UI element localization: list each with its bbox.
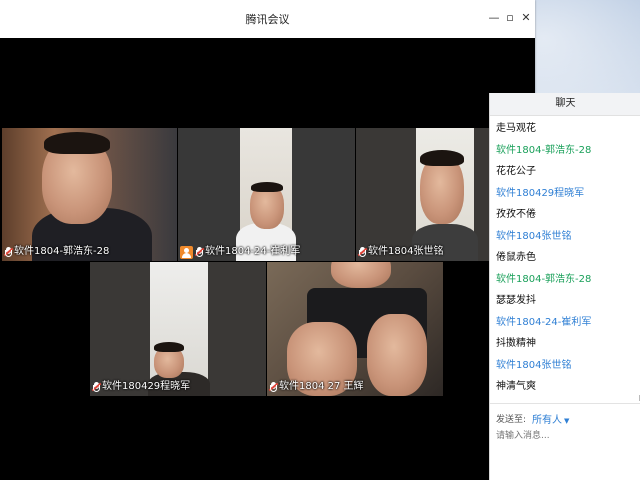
chat-footer: 发送至: 所有人 ▼ bbox=[490, 403, 640, 480]
mic-muted-icon bbox=[357, 246, 368, 258]
participant-name: 软件1804张世铭 bbox=[368, 246, 444, 257]
participant-hands bbox=[367, 314, 427, 396]
chevron-down-icon: ▼ bbox=[564, 417, 570, 425]
participant-name-tag: 软件1804-郭浩东-28 bbox=[3, 245, 110, 259]
video-tile[interactable]: 软件1804 27 王辉 bbox=[267, 262, 443, 396]
title-bar: 腾讯会议 — ▫ ✕ bbox=[0, 0, 535, 39]
chat-message-text: 花花公子 bbox=[496, 166, 536, 177]
close-button[interactable]: ✕ bbox=[518, 10, 534, 26]
send-target-dropdown[interactable]: 所有人 ▼ bbox=[532, 411, 569, 426]
chat-message-text: 神清气爽 bbox=[496, 381, 536, 392]
participant-name-tag: 软件1804张世铭 bbox=[357, 245, 444, 259]
chat-message-text: 孜孜不倦 bbox=[496, 209, 536, 220]
participant-hair bbox=[251, 182, 283, 192]
participant-name: 软件1804-24-崔利军 bbox=[205, 246, 301, 257]
chat-sender-name[interactable]: 软件1804-郭浩东-28 bbox=[496, 140, 635, 162]
chat-panel: 聊天 走马观花 软件1804-郭浩东-28 花花公子 软件180429程晓军 孜孜不倦软… bbox=[489, 93, 640, 480]
participant-name: 软件1804 27 王辉 bbox=[279, 381, 364, 392]
participant-name-tag: 软件1804-24-崔利军 bbox=[180, 245, 300, 259]
chat-sender-name[interactable]: 软件180429程晓军 bbox=[496, 183, 635, 205]
participant-hair bbox=[154, 342, 184, 352]
mic-muted-icon bbox=[268, 381, 279, 393]
chat-message-text: 倦鼠赤色 bbox=[496, 252, 536, 263]
participant-hair bbox=[420, 150, 464, 166]
minimize-button[interactable]: — bbox=[486, 10, 502, 26]
participant-hair bbox=[44, 132, 110, 154]
chat-sender-name[interactable]: 软件1804-24-崔利军 bbox=[496, 312, 635, 334]
send-to-label: 发送至: bbox=[496, 415, 527, 425]
chat-sender-name[interactable]: 软件1804-郭浩东-28 bbox=[496, 269, 635, 291]
window-title: 腾讯会议 bbox=[245, 13, 290, 26]
send-target-row: 发送至: 所有人 ▼ bbox=[496, 411, 569, 426]
chat-sender-name[interactable]: 软件1804张世铭 bbox=[496, 226, 635, 248]
video-grid: 软件1804-郭浩东-28 软件1804-24-崔利军 软件1804张世铭 软件… bbox=[0, 38, 535, 480]
participant-name: 软件1804-郭浩东-28 bbox=[14, 246, 110, 257]
chat-message-list[interactable]: 走马观花 软件1804-郭浩东-28 花花公子 软件180429程晓军 孜孜不倦 软件18… bbox=[490, 116, 640, 398]
meeting-window: 腾讯会议 — ▫ ✕ 软件1804-郭浩东-28 软件1804-24-崔利军 软… bbox=[0, 0, 535, 480]
video-tile[interactable]: 软件1804-郭浩东-28 bbox=[2, 128, 177, 261]
participant-name-tag: 软件1804 27 王辉 bbox=[268, 380, 364, 394]
host-icon bbox=[180, 245, 193, 259]
mic-muted-icon bbox=[194, 246, 205, 258]
chat-title: 聊天 bbox=[490, 93, 640, 116]
participant-name: 软件180429程晓军 bbox=[102, 381, 191, 392]
video-tile[interactable]: 软件180429程晓军 bbox=[90, 262, 266, 396]
participant-name-tag: 软件180429程晓军 bbox=[91, 380, 191, 394]
chat-message-text: 抖擞精神 bbox=[496, 338, 536, 349]
mic-muted-icon bbox=[91, 381, 102, 393]
chat-message-text: 走马观花 bbox=[496, 123, 536, 134]
chat-message-text: 瑟瑟发抖 bbox=[496, 295, 536, 306]
send-target-value: 所有人 bbox=[532, 415, 563, 426]
video-tile[interactable]: 软件1804-24-崔利军 bbox=[178, 128, 355, 261]
maximize-button[interactable]: ▫ bbox=[502, 10, 518, 26]
chat-input[interactable] bbox=[496, 428, 632, 444]
chat-sender-name[interactable]: 软件1804张世铭 bbox=[496, 355, 635, 377]
mic-muted-icon bbox=[3, 246, 14, 258]
